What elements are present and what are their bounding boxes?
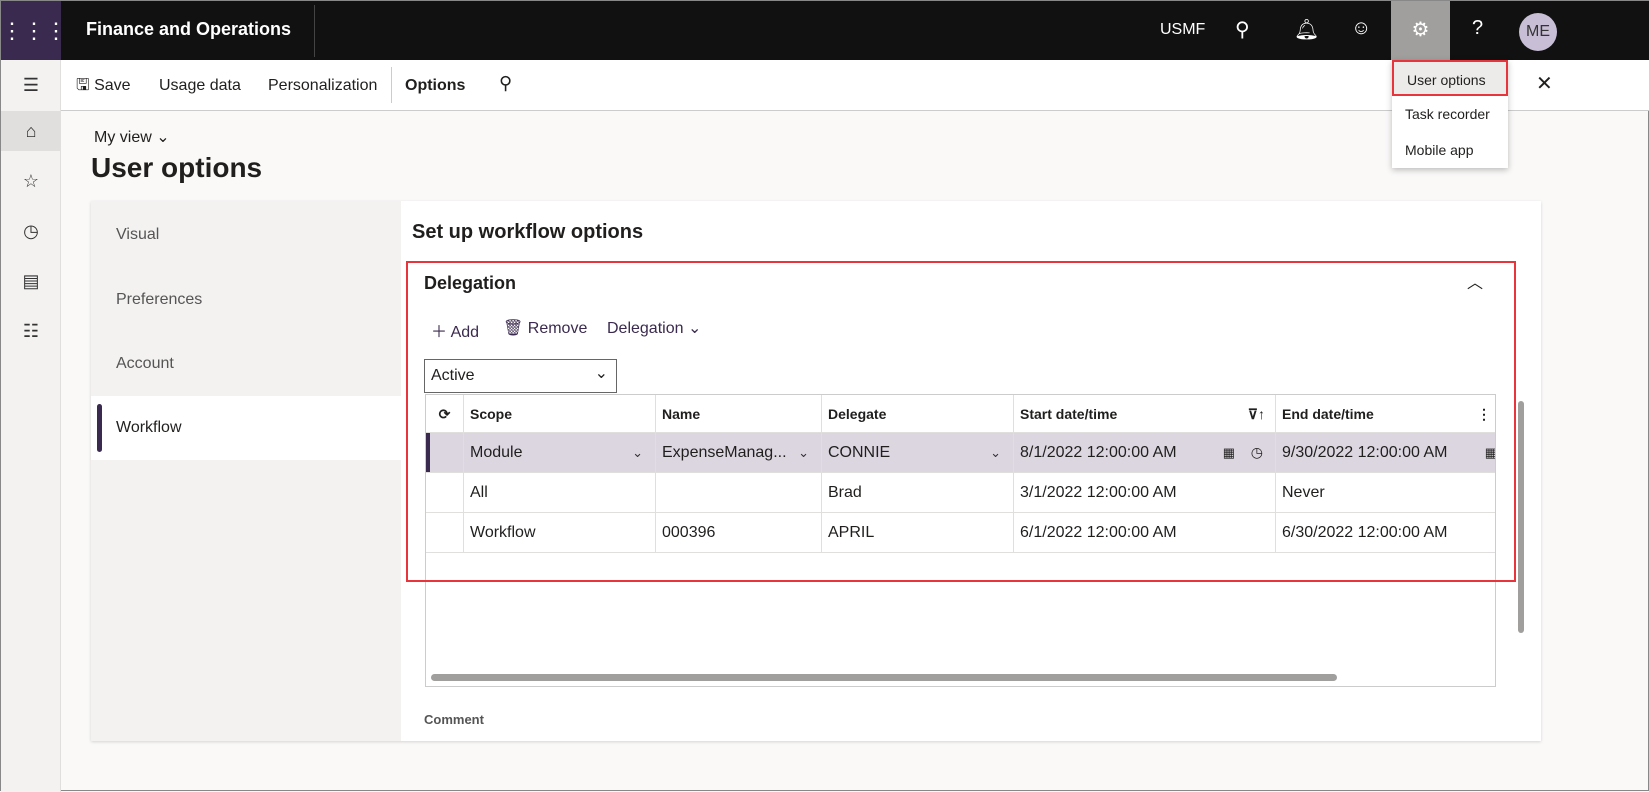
clock-icon[interactable]: ◷ — [1, 211, 61, 251]
company-selector[interactable]: USMF — [1160, 21, 1205, 39]
save-button[interactable]: 🖫 Save — [76, 74, 131, 101]
save-label: Save — [94, 77, 131, 94]
search-icon[interactable]: ⚲ — [1235, 17, 1250, 42]
star-icon[interactable]: ☆ — [1, 161, 61, 201]
vertical-scrollbar[interactable] — [1518, 401, 1524, 633]
personalization-button[interactable]: Personalization — [268, 77, 377, 95]
page-title: User options — [91, 152, 263, 183]
menu-item-mobile-app[interactable]: Mobile app — [1392, 132, 1508, 168]
bell-icon[interactable]: 🔔︎ — [1294, 17, 1319, 42]
divider — [391, 67, 392, 103]
view-label: My view — [94, 129, 152, 146]
horizontal-scrollbar[interactable] — [431, 674, 1337, 681]
list-icon[interactable]: ☷ — [1, 311, 61, 351]
section-title: Set up workflow options — [412, 221, 644, 243]
options-tab[interactable]: Options — [405, 77, 465, 95]
smiley-icon[interactable]: ☺ — [1351, 17, 1371, 40]
tab-workflow[interactable]: Workflow — [91, 396, 401, 460]
app-launcher-icon[interactable]: ⋮⋮⋮ — [1, 1, 67, 60]
highlight-box — [406, 261, 1516, 582]
usage-data-button[interactable]: Usage data — [159, 77, 241, 95]
hamburger-icon[interactable]: ☰ — [1, 65, 61, 105]
gear-icon[interactable]: ⚙ — [1391, 1, 1450, 60]
vertical-tabs: Visual Preferences Account Workflow — [91, 201, 401, 741]
avatar[interactable]: ME — [1519, 13, 1557, 51]
chevron-down-icon: ⌄ — [156, 129, 170, 146]
home-icon[interactable]: ⌂ — [1, 111, 61, 151]
tab-preferences[interactable]: Preferences — [91, 268, 401, 332]
help-icon[interactable]: ? — [1472, 17, 1483, 40]
search-icon[interactable]: ⚲ — [499, 73, 512, 94]
workspace-icon[interactable]: ▤ — [1, 261, 61, 301]
menu-item-user-options[interactable]: User options — [1392, 60, 1508, 96]
save-icon: 🖫 — [76, 77, 90, 94]
settings-menu: User options Task recorder Mobile app — [1392, 60, 1508, 168]
menu-item-task-recorder[interactable]: Task recorder — [1392, 96, 1508, 132]
view-selector[interactable]: My view ⌄ — [94, 127, 170, 147]
divider — [314, 5, 315, 57]
app-title: Finance and Operations — [86, 19, 292, 39]
comment-label: Comment — [424, 712, 484, 727]
tab-account[interactable]: Account — [91, 332, 401, 396]
tab-visual[interactable]: Visual — [91, 203, 401, 267]
close-icon[interactable]: ✕ — [1536, 71, 1553, 96]
